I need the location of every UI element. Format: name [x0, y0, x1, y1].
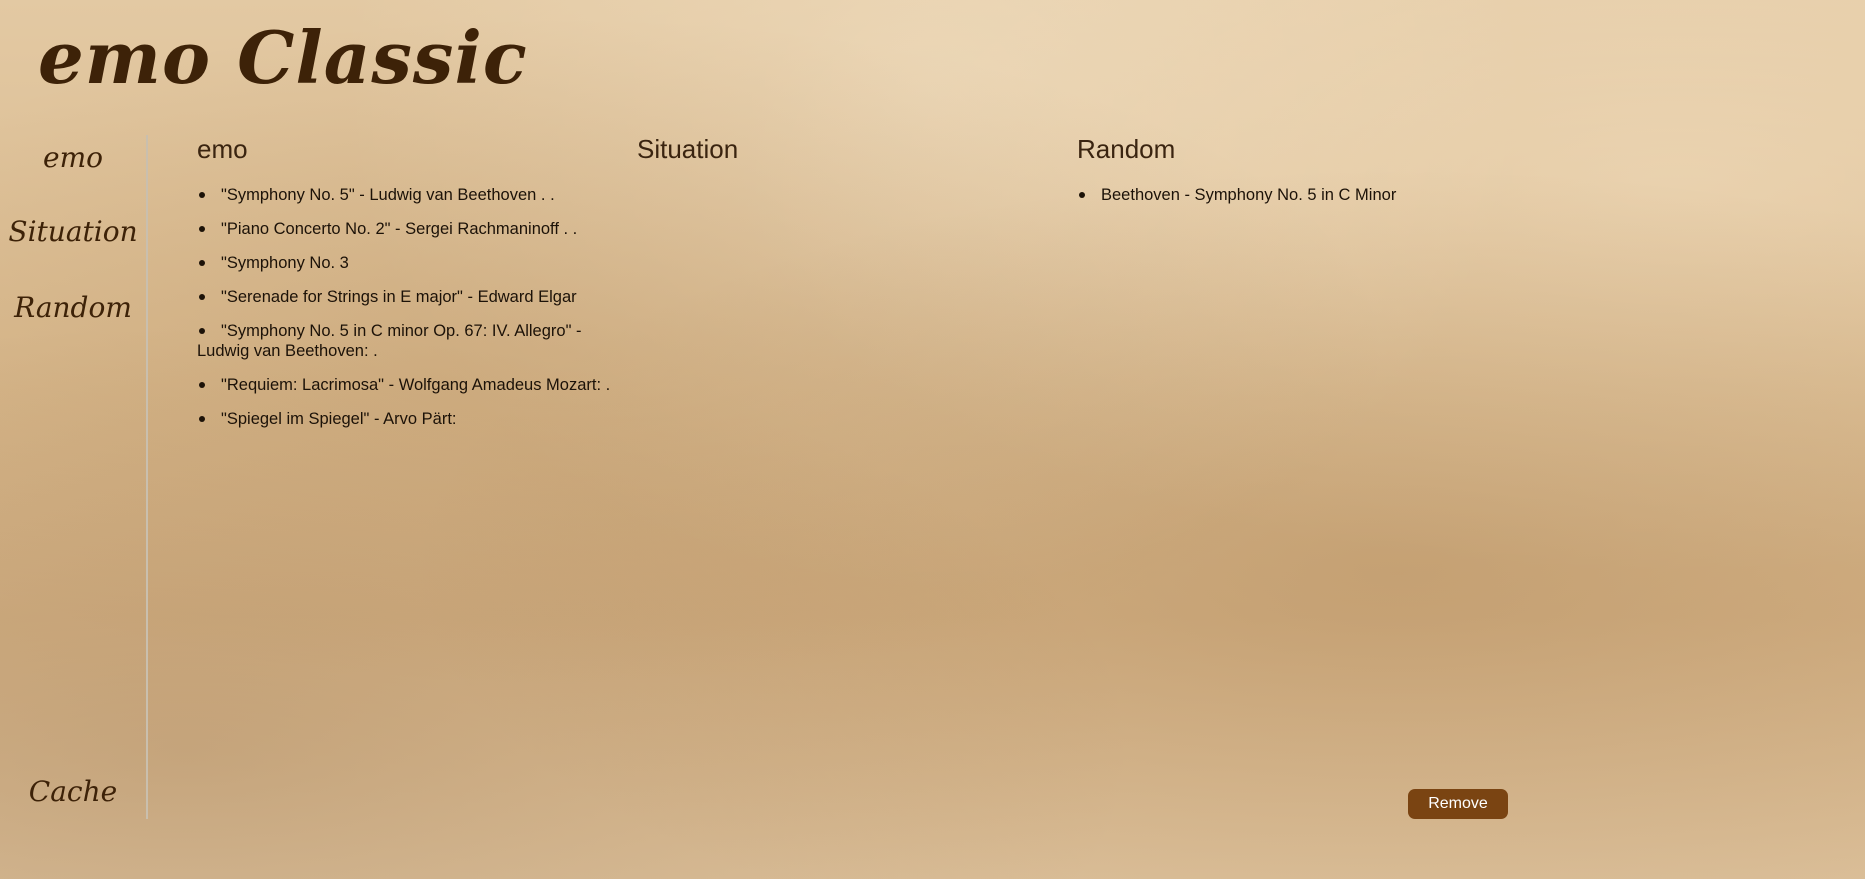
emo-song-list: "Symphony No. 5" - Ludwig van Beethoven …	[197, 185, 617, 429]
nav-item-random[interactable]: Random	[0, 291, 146, 324]
emo-heading: emo	[197, 134, 248, 164]
sidebar-nav: emo Situation Random Cache	[0, 135, 148, 819]
emo-column: emo "Symphony No. 5" - Ludwig van Beetho…	[197, 133, 617, 443]
random-song-list: Beethoven - Symphony No. 5 in C Minor	[1077, 185, 1497, 205]
nav-item-cache[interactable]: Cache	[0, 775, 146, 808]
list-item: Beethoven - Symphony No. 5 in C Minor	[1077, 185, 1497, 205]
situation-column: Situation	[637, 133, 1057, 185]
site-title: emo Classic	[38, 15, 528, 100]
list-item: "Piano Concerto No. 2" - Sergei Rachmani…	[197, 219, 617, 239]
list-item: "Symphony No. 3	[197, 253, 617, 273]
random-heading: Random	[1077, 134, 1176, 164]
random-column: Random Beethoven - Symphony No. 5 in C M…	[1077, 133, 1497, 219]
nav-item-emo[interactable]: emo	[0, 141, 146, 174]
list-item: "Symphony No. 5 in C minor Op. 67: IV. A…	[197, 321, 617, 361]
list-item: "Spiegel im Spiegel" - Arvo Pärt:	[197, 409, 617, 429]
nav-item-situation[interactable]: Situation	[0, 215, 146, 248]
remove-button[interactable]: Remove	[1408, 789, 1508, 819]
list-item: "Serenade for Strings in E major" - Edwa…	[197, 287, 617, 307]
list-item: "Requiem: Lacrimosa" - Wolfgang Amadeus …	[197, 375, 617, 395]
situation-heading: Situation	[637, 134, 739, 164]
list-item: "Symphony No. 5" - Ludwig van Beethoven …	[197, 185, 617, 205]
